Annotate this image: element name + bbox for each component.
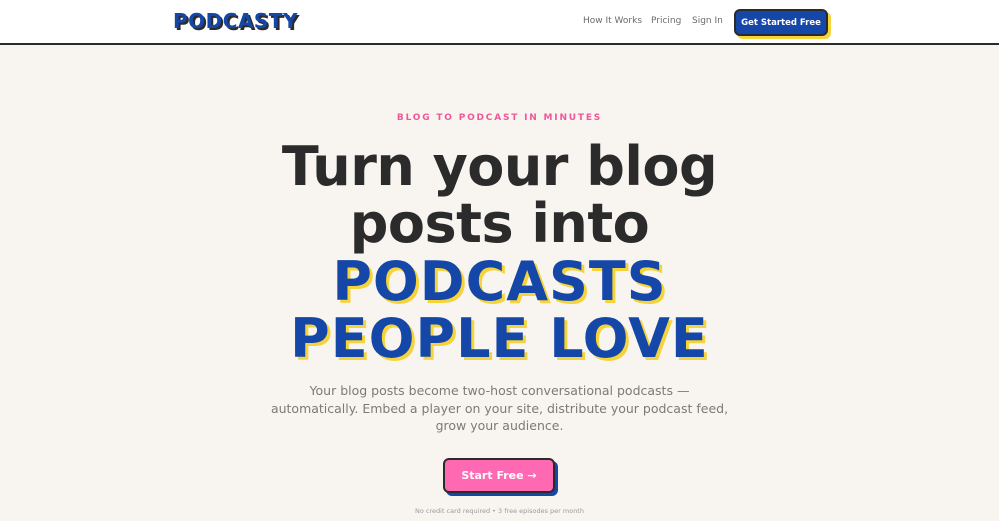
hero-headline-accent-1: PODCASTS	[332, 250, 667, 313]
nav-sign-in[interactable]: Sign In	[692, 16, 723, 26]
site-header: PODCASTY How It Works Pricing Sign In Ge…	[0, 0, 999, 45]
start-free-button[interactable]: Start Free →	[443, 458, 555, 493]
hero-eyebrow: BLOG TO PODCAST IN MINUTES	[396, 113, 603, 123]
logo[interactable]: PODCASTY	[173, 9, 298, 33]
nav-how-it-works[interactable]: How It Works	[583, 16, 642, 26]
nav-pricing[interactable]: Pricing	[651, 16, 681, 26]
hero-subtitle-line-3: grow your audience.	[435, 418, 564, 433]
hero-subtitle: Your blog posts become two-host conversa…	[250, 382, 749, 435]
hero-subtitle-line-1: Your blog posts become two-host conversa…	[309, 383, 690, 398]
hero-headline-accent-2: PEOPLE LOVE	[290, 307, 709, 370]
get-started-button[interactable]: Get Started Free	[734, 9, 828, 36]
hero-subtitle-line-2: automatically. Embed a player on your si…	[270, 400, 729, 416]
hero-headline-line-2: posts into	[349, 192, 650, 255]
hero-note: No credit card required • 3 free episode…	[415, 507, 584, 515]
hero-headline-line-1: Turn your blog	[281, 135, 718, 198]
